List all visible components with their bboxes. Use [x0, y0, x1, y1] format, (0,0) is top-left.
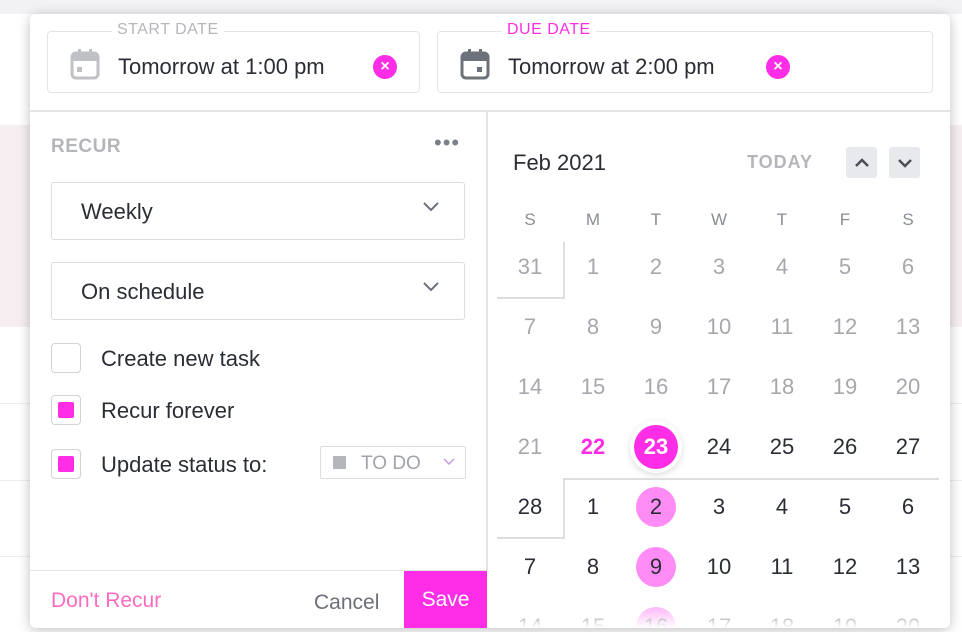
start-date-label: START DATE	[112, 21, 224, 39]
recur-mode-value: On schedule	[81, 279, 205, 304]
chevron-down-icon	[423, 282, 439, 292]
month-boundary	[497, 242, 939, 539]
due-date-value: Tomorrow at 2:00 pm	[508, 54, 715, 79]
status-value: TO DO	[361, 453, 421, 474]
frequency-value: Weekly	[81, 199, 153, 224]
dont-recur-button[interactable]: Don't Recur	[51, 589, 161, 613]
today-button[interactable]: TODAY	[747, 152, 813, 173]
status-select[interactable]: TO DO	[320, 446, 466, 479]
recur-forever-checkbox[interactable]	[51, 395, 81, 425]
recur-title: RECUR	[51, 136, 122, 157]
create-new-task-checkbox[interactable]	[51, 343, 81, 373]
recur-mode-select[interactable]: On schedule	[51, 262, 465, 320]
divider	[30, 110, 950, 112]
next-month-button[interactable]	[889, 147, 920, 178]
start-date-value: Tomorrow at 1:00 pm	[118, 54, 325, 79]
calendar-icon	[460, 49, 490, 80]
update-status-checkbox[interactable]	[51, 449, 81, 479]
save-button[interactable]: Save	[404, 571, 487, 628]
weekday-header: S	[524, 210, 536, 229]
recur-forever-label: Recur forever	[101, 398, 235, 423]
calendar-icon	[70, 49, 100, 80]
start-date-field[interactable]: START DATE Tomorrow at 1:00 pm ×	[47, 21, 420, 93]
frequency-select[interactable]: Weekly	[51, 182, 465, 240]
more-options-icon[interactable]: •••	[434, 130, 460, 156]
scroll-fade	[487, 594, 950, 628]
date-picker-popup: START DATE Tomorrow at 1:00 pm × DUE DAT…	[30, 14, 950, 628]
due-date-label: DUE DATE	[502, 21, 596, 39]
footer: Don't Recur Cancel Save	[30, 570, 487, 628]
weekday-header: T	[776, 210, 788, 229]
update-status-label: Update status to:	[101, 452, 268, 477]
chevron-up-icon	[854, 158, 869, 167]
create-new-task-label: Create new task	[101, 346, 260, 371]
clear-start-date-button[interactable]: ×	[373, 55, 397, 79]
previous-month-button[interactable]	[846, 147, 877, 178]
chevron-down-icon	[423, 202, 439, 212]
clear-due-date-button[interactable]: ×	[766, 55, 790, 79]
status-color-icon	[333, 456, 346, 469]
chevron-down-icon	[897, 159, 912, 168]
weekday-header: T	[650, 210, 662, 229]
weekday-header: W	[710, 210, 728, 229]
calendar-month: Feb 2021	[513, 150, 606, 175]
due-date-field[interactable]: DUE DATE Tomorrow at 2:00 pm ×	[437, 21, 933, 93]
background	[0, 0, 962, 14]
cancel-button[interactable]: Cancel	[314, 591, 379, 615]
weekday-header: F	[839, 210, 851, 229]
weekday-header: S	[902, 210, 914, 229]
chevron-down-icon	[443, 458, 455, 466]
weekday-header: M	[585, 210, 601, 229]
